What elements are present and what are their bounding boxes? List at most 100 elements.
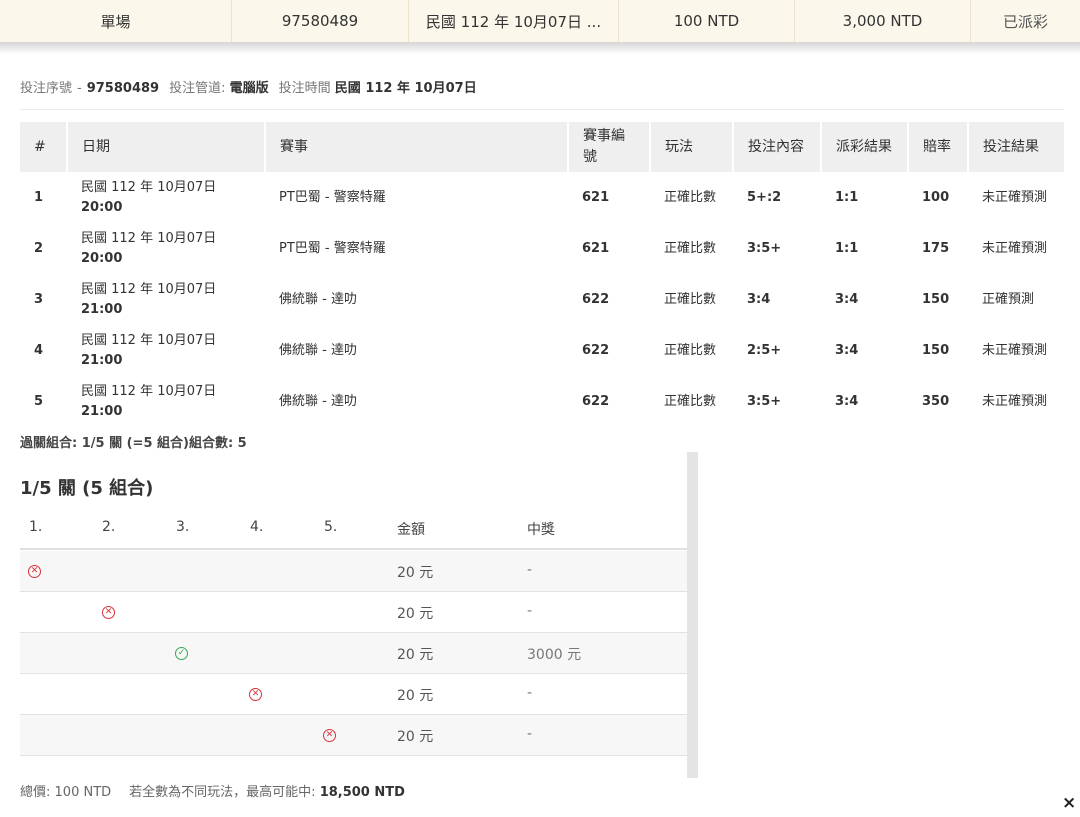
row-time: 21:00 [81,352,123,368]
combo-row: ✕ 20 元 - [20,551,687,592]
row-result: 1:1 [835,189,859,205]
row-time: 21:00 [81,403,123,419]
row-outcome: 未正確預測 [982,342,1048,358]
row-datetime: 民國 112 年 10月07日 21:00 [67,376,265,427]
header-result: 派彩結果 [821,122,909,172]
row-event-no: 621 [582,189,610,205]
row-odds: 150 [922,342,950,358]
close-icon[interactable]: × [1062,793,1076,813]
row-outcome: 未正確預測 [982,189,1048,205]
row-date: 民國 112 年 10月07日 [81,179,217,195]
combo-header-leg-4: 4. [250,519,264,535]
summary-status: 已派彩 [1002,12,1048,31]
time-label: 投注時間 [278,81,331,96]
total-value: 100 NTD [54,785,112,800]
row-event: 佛統聯 - 達叻 [279,342,357,358]
combo-prize: - [527,685,533,701]
table-header-row: # 日期 賽事 賽事編號 玩法 投注內容 派彩結果 賠率 投注結果 [20,122,1064,172]
row-index: 5 [34,393,44,409]
row-time: 21:00 [81,301,123,317]
row-outcome: 未正確預測 [982,240,1048,256]
bet-footer: 總價: 100 NTD 若全數為不同玩法，最高可能中: 18,500 NTD [20,781,405,800]
combo-header-leg-1: 1. [29,519,43,535]
header-play: 玩法 [650,122,734,172]
combo-header-leg-3: 3. [176,519,190,535]
bet-detail-table: # 日期 賽事 賽事編號 玩法 投注內容 派彩結果 賠率 投注結果 1 民國 1… [20,122,1064,427]
row-play: 正確比數 [664,189,717,205]
row-date: 民國 112 年 10月07日 [81,332,217,348]
row-index: 3 [34,291,44,307]
combo-prize: - [527,726,533,742]
row-index: 4 [34,342,44,358]
row-event: PT巴蜀 - 警察特羅 [279,240,386,256]
row-index: 2 [34,240,44,256]
combo-row: ✕ 20 元 - [20,592,687,633]
row-event: 佛統聯 - 達叻 [279,291,357,307]
row-time: 20:00 [81,199,123,215]
row-play: 正確比數 [664,393,717,409]
row-datetime: 民國 112 年 10月07日 21:00 [67,325,265,376]
row-result: 3:4 [835,291,859,307]
lose-x-icon: ✕ [249,688,262,701]
header-index: # [20,122,68,172]
summary-divider [0,42,1080,54]
row-bet: 3:5+ [747,393,782,409]
combo-prize: - [527,562,533,578]
summary-date: 民國 112 年 10月07日 ... [409,0,619,42]
row-play: 正確比數 [664,342,717,358]
header-odds: 賠率 [908,122,969,172]
combo-header-leg-5: 5. [324,519,338,535]
combo-header-leg-2: 2. [102,519,116,535]
row-result: 1:1 [835,240,859,256]
header-outcome: 投注結果 [968,122,1064,172]
panel-scrollbar[interactable] [687,452,698,778]
combo-prize: - [527,603,533,619]
row-event-no: 622 [582,291,610,307]
bet-summary-row[interactable]: 單場 97580489 民國 112 年 10月07日 ... 100 NTD … [0,0,1080,42]
row-date: 民國 112 年 10月07日 [81,230,217,246]
max-label: 若全數為不同玩法，最高可能中: [129,785,316,800]
info-divider [20,109,1064,110]
table-row: 4 民國 112 年 10月07日 21:00 佛統聯 - 達叻 622 正確比數… [20,325,1064,376]
table-row: 3 民國 112 年 10月07日 21:00 佛統聯 - 達叻 622 正確比數… [20,274,1064,325]
row-bet: 3:4 [747,291,771,307]
row-event-no: 622 [582,342,610,358]
combo-header-prize: 中獎 [527,522,555,538]
row-event-no: 621 [582,240,610,256]
summary-type: 單場 [0,0,232,42]
combo-title: 1/5 關 (5 組合) [20,478,154,499]
row-outcome: 未正確預測 [982,393,1048,409]
combo-header-row: 1. 2. 3. 4. 5. 金額 中獎 [20,508,687,550]
serial-label: 投注序號 [20,81,73,96]
total-label: 總價: [20,785,51,800]
table-row: 2 民國 112 年 10月07日 20:00 PT巴蜀 - 警察特羅 621 正… [20,223,1064,274]
header-bet: 投注內容 [733,122,822,172]
row-datetime: 民國 112 年 10月07日 20:00 [67,223,265,274]
row-result: 3:4 [835,393,859,409]
combo-row: ✕ 20 元 - [20,674,687,715]
lose-x-icon: ✕ [323,729,336,742]
row-result: 3:4 [835,342,859,358]
table-row: 1 民國 112 年 10月07日 20:00 PT巴蜀 - 警察特羅 621 正… [20,172,1064,223]
row-event-no: 622 [582,393,610,409]
combo-amount: 20 元 [397,688,434,704]
combo-amount: 20 元 [397,565,434,581]
row-event: PT巴蜀 - 警察特羅 [279,189,386,205]
row-datetime: 民國 112 年 10月07日 20:00 [67,172,265,223]
summary-stake: 100 NTD [619,0,795,42]
lose-x-icon: ✕ [28,565,41,578]
row-odds: 150 [922,291,950,307]
row-play: 正確比數 [664,291,717,307]
combo-row: ✕ 20 元 - [20,715,687,756]
header-date: 日期 [67,122,266,172]
row-date: 民國 112 年 10月07日 [81,281,217,297]
win-check-icon: ✓ [175,647,188,660]
bet-info-line: 投注序號 -97580489 投注管道: 電腦版 投注時間 民國 112 年 10月0… [20,81,477,96]
combo-amount: 20 元 [397,606,434,622]
combo-row: ✓ 20 元 3000 元 [20,633,687,674]
header-event: 賽事 [265,122,569,172]
row-bet: 3:5+ [747,240,782,256]
row-play: 正確比數 [664,240,717,256]
combo-summary: 過關組合: 1/5 關 (=5 組合)組合數: 5 [20,436,247,451]
row-bet: 5+:2 [747,189,782,205]
